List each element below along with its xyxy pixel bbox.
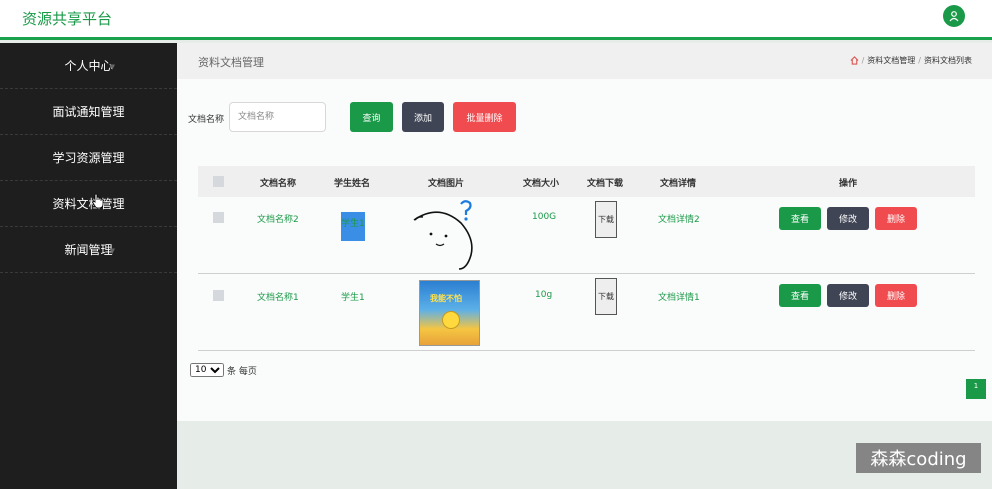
duck-illustration: [442, 311, 460, 329]
table-row: 文档名称1 学生1 我能不怕 10g 下载 文档详情1 查看 修改 删除: [198, 274, 975, 351]
page-size-select[interactable]: 10: [190, 363, 224, 377]
pagination-size: 10 条 每页: [190, 363, 257, 377]
main-content: 资料文档管理 / 资料文档管理 / 资料文档列表 文档名称 查询 添加 批量删除…: [177, 43, 992, 421]
breadcrumb: / 资料文档管理 / 资料文档列表: [850, 55, 972, 66]
per-page-label: 条 每页: [227, 366, 257, 377]
chevron-down-icon: ▼: [109, 63, 115, 71]
documents-table: 文档名称 学生姓名 文档图片 文档大小 文档下载 文档详情 操作 文档名称2 学…: [198, 166, 975, 351]
edit-button[interactable]: 修改: [827, 284, 869, 307]
search-label: 文档名称: [188, 115, 225, 125]
header-document-name: 文档名称: [260, 179, 297, 189]
table-row: 文档名称2 学生1 100G 下载 文档详情2 查看 修改 删除: [198, 197, 975, 274]
view-button[interactable]: 查看: [779, 284, 821, 307]
view-button[interactable]: 查看: [779, 207, 821, 230]
book-title-text: 我能不怕: [430, 294, 462, 303]
table-header: 文档名称 学生姓名 文档图片 文档大小 文档下载 文档详情 操作: [198, 166, 975, 197]
query-button[interactable]: 查询: [350, 102, 393, 132]
header-document-download: 文档下载: [587, 179, 624, 189]
sidebar-item-resources[interactable]: 学习资源管理: [0, 135, 177, 181]
breadcrumb-item: 资料文档列表: [924, 56, 972, 65]
row-checkbox[interactable]: [213, 290, 224, 301]
sidebar-item-interview[interactable]: 面试通知管理: [0, 89, 177, 135]
breadcrumb-separator: /: [918, 56, 921, 65]
edit-button[interactable]: 修改: [827, 207, 869, 230]
cell-student-name: 学生1: [341, 293, 365, 303]
sidebar-item-label: 个人中心: [64, 59, 113, 73]
header-document-detail: 文档详情: [660, 179, 697, 189]
breadcrumb-item[interactable]: 资料文档管理: [867, 55, 915, 66]
chevron-down-icon: ▼: [109, 247, 115, 255]
download-button[interactable]: 下载: [595, 278, 617, 315]
cell-student-name: 学生1: [341, 212, 365, 241]
header-document-image: 文档图片: [428, 179, 465, 189]
cell-document-name: 文档名称1: [257, 293, 299, 303]
sidebar-item-profile[interactable]: 个人中心 ▼: [0, 43, 177, 89]
cell-document-detail: 文档详情1: [658, 293, 700, 303]
watermark: 森森coding: [856, 443, 981, 473]
doodle-face-image[interactable]: [409, 199, 485, 271]
sidebar-item-news[interactable]: 新闻管理 ▼: [0, 227, 177, 273]
top-bar: 资源共享平台: [0, 0, 992, 40]
book-cover-image[interactable]: 我能不怕: [419, 280, 480, 346]
sidebar-item-label: 资料文档管理: [52, 197, 125, 211]
header-student-name: 学生姓名: [334, 179, 371, 189]
home-icon[interactable]: [850, 56, 859, 65]
batch-delete-button[interactable]: 批量删除: [453, 102, 516, 132]
download-button[interactable]: 下载: [595, 201, 617, 238]
cell-document-name: 文档名称2: [257, 215, 299, 225]
add-button[interactable]: 添加: [402, 102, 444, 132]
delete-button[interactable]: 删除: [875, 284, 917, 307]
sidebar: 个人中心 ▼ 面试通知管理 学习资源管理 资料文档管理 新闻管理 ▼: [0, 43, 177, 489]
page-header: 资料文档管理 / 资料文档管理 / 资料文档列表: [177, 43, 992, 79]
cell-document-size: 10g: [535, 290, 553, 300]
header-document-size: 文档大小: [523, 179, 560, 189]
sidebar-item-label: 学习资源管理: [52, 151, 125, 165]
document-name-search-input[interactable]: [229, 102, 326, 132]
app-title: 资源共享平台: [22, 10, 113, 28]
select-all-checkbox[interactable]: [213, 176, 224, 187]
delete-button[interactable]: 删除: [875, 207, 917, 230]
sidebar-item-label: 新闻管理: [64, 243, 113, 257]
hand-cursor-icon: [92, 193, 104, 209]
cell-document-size: 100G: [532, 212, 557, 222]
page-number-button[interactable]: 1: [966, 379, 986, 399]
header-actions: 操作: [839, 179, 858, 189]
sidebar-item-documents[interactable]: 资料文档管理: [0, 181, 177, 227]
breadcrumb-separator: /: [861, 56, 865, 65]
sidebar-item-label: 面试通知管理: [52, 105, 125, 119]
cell-document-detail: 文档详情2: [658, 215, 700, 225]
row-checkbox[interactable]: [213, 212, 224, 223]
page-title: 资料文档管理: [198, 56, 264, 69]
user-avatar-icon[interactable]: [943, 5, 965, 27]
